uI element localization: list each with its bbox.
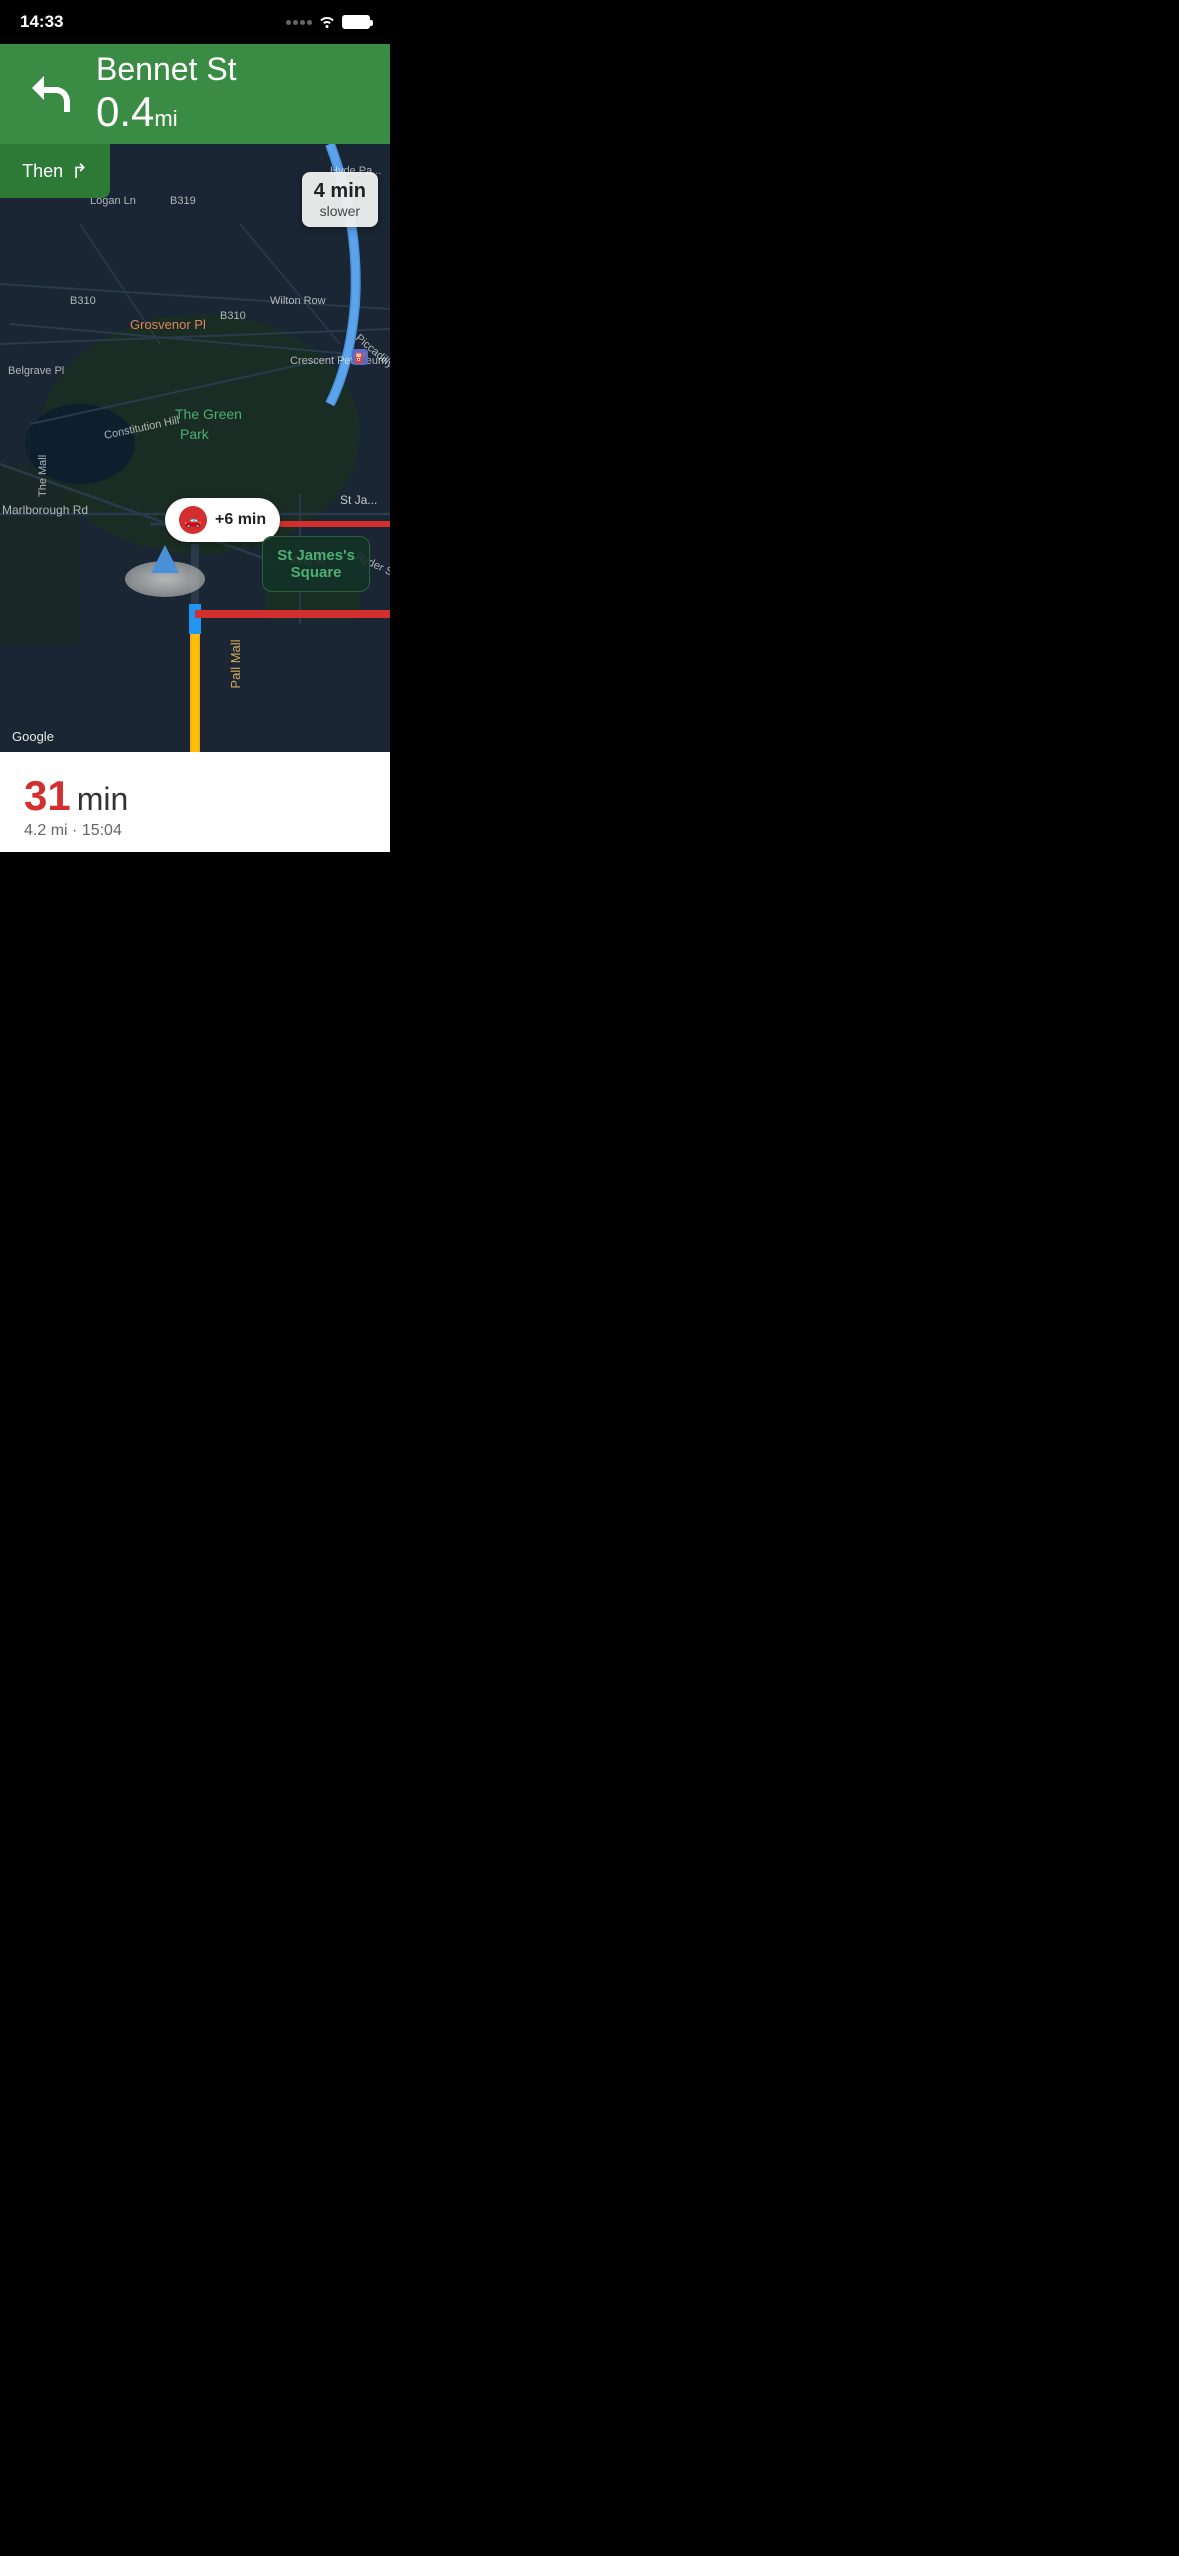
map-area[interactable]: Pall Mall Belgrave Pl B310 B310 Wilton R… (0, 144, 390, 752)
delay-bubble[interactable]: 🚗 +6 min (165, 498, 280, 542)
eta-minutes: 31 (24, 772, 71, 820)
eta-time-row: 31 min (24, 772, 366, 820)
svg-text:Grosvenor Pl: Grosvenor Pl (130, 317, 206, 332)
slower-minutes: 4 min (314, 180, 366, 203)
status-icons (286, 14, 370, 31)
status-time: 14:33 (20, 12, 63, 32)
signal-icon (286, 20, 312, 25)
distance-number: 0.4 (96, 88, 154, 135)
turn-left-arrow (20, 64, 80, 124)
location-oval (125, 561, 205, 597)
svg-text:Pall Mall: Pall Mall (228, 639, 243, 688)
slower-label: slower (314, 203, 366, 219)
google-watermark: Google (12, 729, 54, 744)
eta-separator: · (72, 822, 77, 839)
eta-min-label: min (77, 781, 129, 818)
svg-text:Marlborough Rd: Marlborough Rd (2, 503, 88, 517)
nav-info: Bennet St 0.4mi (96, 52, 370, 135)
eta-details: 4.2 mi · 15:04 (24, 822, 366, 840)
svg-text:Belgrave Pl: Belgrave Pl (8, 365, 64, 377)
street-name: Bennet St (96, 52, 370, 87)
location-arrow-icon (151, 545, 179, 573)
slower-popup: 4 min slower (302, 172, 378, 227)
traffic-car-icon: 🚗 (179, 506, 207, 534)
svg-text:B310: B310 (70, 295, 96, 307)
svg-text:St Ja...: St Ja... (340, 493, 377, 507)
eta-arrival-time: 15:04 (82, 822, 122, 839)
svg-text:B310: B310 (220, 310, 246, 322)
eta-bar: 31 min 4.2 mi · 15:04 (0, 752, 390, 852)
then-label: Then (22, 161, 63, 182)
svg-text:Crescent Petroleum: Crescent Petroleum (290, 355, 387, 367)
then-panel: Then ↱ (0, 144, 110, 198)
svg-text:Wilton Row: Wilton Row (270, 295, 326, 307)
delay-text: +6 min (215, 511, 266, 529)
svg-text:⛽: ⛽ (354, 351, 366, 364)
then-turn-right-icon: ↱ (71, 159, 88, 184)
user-location (125, 561, 205, 597)
distance-unit: mi (154, 106, 177, 131)
nav-header: Bennet St 0.4mi (0, 44, 390, 144)
svg-text:The Mall: The Mall (37, 455, 49, 497)
wifi-icon (318, 14, 336, 31)
distance-display: 0.4mi (96, 88, 370, 136)
svg-text:Park: Park (180, 426, 210, 442)
eta-distance: 4.2 mi (24, 822, 68, 839)
status-bar: 14:33 (0, 0, 390, 44)
stjames-label: St James'sSquare (262, 536, 370, 592)
svg-text:B319: B319 (170, 195, 196, 207)
svg-text:The Green: The Green (175, 406, 242, 422)
battery-icon (342, 15, 370, 29)
